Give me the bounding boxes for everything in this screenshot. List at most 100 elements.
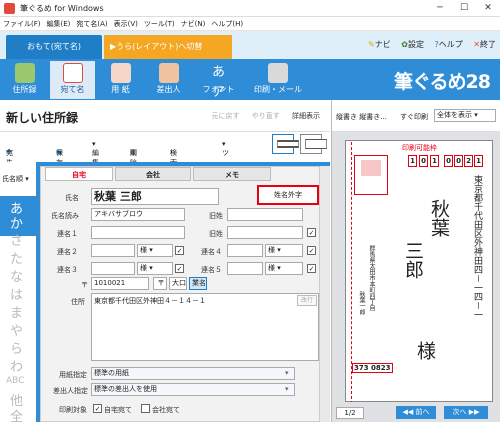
business-name-button[interactable]: 業名 — [189, 277, 207, 290]
rel4-checkbox[interactable]: ✓ — [307, 246, 316, 255]
minimize-button[interactable]: ─ — [428, 0, 452, 17]
print-company-checkbox[interactable] — [141, 404, 150, 413]
list-view-button[interactable] — [300, 134, 327, 154]
exit-icon: ✕ — [473, 40, 480, 49]
old-name-input-1[interactable] — [227, 208, 303, 221]
menu-tool[interactable]: ツール(T) — [141, 17, 178, 31]
kana-ta[interactable]: た — [10, 248, 23, 267]
undo-button[interactable]: 元に戻す — [212, 112, 240, 120]
rel2-honorific-select[interactable]: 様 ▾ — [137, 244, 173, 257]
rel2-input[interactable] — [91, 244, 135, 257]
name-input[interactable]: 秋葉 三郎 — [91, 188, 219, 205]
preview-pager: 1/2 ◀◀ 前へ 次へ ▶▶ — [332, 402, 500, 422]
switch-back-button[interactable]: ▶うら(レイアウト)へ切替 — [104, 35, 232, 59]
postal-lookup-button[interactable]: 〒 — [153, 277, 167, 290]
kana-ma[interactable]: ま — [10, 302, 23, 321]
rel3-input[interactable] — [91, 262, 135, 275]
preview-pane: 縦書き 縦書き... すぐ印刷 全体を表示 ▾ 印刷可能枠 1 0 1 0 0 … — [331, 100, 500, 422]
paper-select[interactable]: 標準の用紙 — [91, 367, 295, 380]
rel5-honorific-select[interactable]: 様 ▾ — [265, 262, 303, 275]
kana-wa[interactable]: わ — [10, 356, 23, 375]
close-button[interactable]: ✕ — [476, 0, 500, 17]
kana-na[interactable]: な — [10, 266, 23, 285]
postal-input[interactable]: 1010021 — [91, 277, 149, 290]
ribbon-addressbook-button[interactable]: 住所録 — [2, 61, 47, 99]
address-textarea[interactable]: 東京都千代田区外神田４－１４－１ — [91, 293, 319, 361]
maximize-button[interactable]: ☐ — [452, 0, 476, 17]
ribbon-paper-button[interactable]: 用 紙 — [98, 61, 143, 99]
postal-digit-4: 0 — [444, 155, 453, 167]
ribbon-address-button[interactable]: 宛て名 — [50, 61, 95, 99]
menu-view[interactable]: 表示(V) — [111, 17, 141, 31]
sort-select[interactable]: 氏名順 ▾ — [2, 174, 29, 184]
kana-ra[interactable]: ら — [10, 338, 23, 357]
rel4-input[interactable] — [227, 244, 263, 257]
redo-button[interactable]: やり直す — [252, 112, 280, 120]
rel4-honorific-select[interactable]: 様 ▾ — [265, 244, 303, 257]
rel4-label: 連名４ — [201, 248, 222, 256]
print-home-checkbox[interactable]: ✓ — [93, 404, 102, 413]
exit-link[interactable]: ✕終了 — [473, 40, 496, 49]
postal-digit-1: 1 — [408, 155, 417, 167]
tab-company[interactable]: 会社 — [115, 167, 191, 181]
settings-link[interactable]: ✿設定 — [401, 40, 424, 49]
rel1-checkbox[interactable]: ✓ — [307, 228, 316, 237]
paper-label: 用紙指定 — [59, 371, 87, 379]
detail-view-button[interactable]: 詳細表示 — [292, 112, 320, 120]
old-name-input-2[interactable] — [227, 226, 303, 239]
next-page-button[interactable]: 次へ ▶▶ — [444, 406, 488, 419]
rel5-checkbox[interactable]: ✓ — [307, 264, 316, 273]
prev-page-button[interactable]: ◀◀ 前へ — [396, 406, 436, 419]
ribbon-sender-button[interactable]: 差出人 — [146, 61, 191, 99]
mode-front-tab[interactable]: おもて(宛て名) — [6, 35, 102, 59]
rel1-label: 連名１ — [57, 230, 78, 238]
zoom-select[interactable]: 全体を表示 ▾ — [434, 109, 496, 122]
layout-label[interactable]: 縦書き 縦書き... — [336, 112, 387, 122]
tab-home[interactable]: 自宅 — [45, 167, 113, 181]
card-view-icon — [277, 140, 299, 148]
menu-bar: ファイル(F) 編集(E) 宛て名(A) 表示(V) ツール(T) ナビ(N) ヘルプ(H) — [0, 17, 500, 31]
menu-navi[interactable]: ナビ(N) — [178, 17, 209, 31]
chevron-right-icon: › — [170, 148, 173, 156]
rel5-input[interactable] — [227, 262, 263, 275]
preview-honorific: 様 — [414, 341, 436, 360]
kana-all[interactable]: 全 — [10, 406, 23, 425]
old-name-label-2: 旧姓 — [209, 230, 223, 238]
edit-menu-button[interactable]: 編集 ▾ — [92, 140, 99, 167]
stamp-fuji-icon — [361, 160, 381, 176]
page-title: 新しい住所録 — [6, 111, 79, 125]
ribbon-print-button[interactable]: 印刷・メール — [246, 61, 310, 99]
form-scrollbar[interactable] — [320, 166, 330, 422]
quick-print-label[interactable]: すぐ印刷 — [400, 112, 428, 122]
sender-label: 差出人指定 — [53, 387, 88, 395]
tab-memo[interactable]: メモ — [193, 167, 271, 181]
rel1-input[interactable] — [91, 226, 185, 239]
gear-icon: ✿ — [401, 40, 408, 49]
navi-icon: ✎ — [368, 40, 375, 49]
rel3-honorific-select[interactable]: 様 ▾ — [137, 262, 173, 275]
kana-input[interactable]: アキバサブロウ — [91, 208, 185, 221]
kana-abc[interactable]: ABC — [6, 376, 24, 386]
paper-chevron-down-icon: ▾ — [285, 369, 289, 377]
menu-file[interactable]: ファイル(F) — [0, 17, 44, 31]
rel3-checkbox[interactable]: ✓ — [175, 264, 184, 273]
stamp-area — [354, 155, 388, 195]
kana-ya[interactable]: や — [10, 320, 23, 339]
menu-edit[interactable]: 編集(E) — [44, 17, 74, 31]
gaiji-button[interactable]: 姓名外字 — [257, 185, 319, 205]
navi-link[interactable]: ✎ナビ — [368, 40, 391, 49]
ribbon: 住所録 宛て名 用 紙 差出人 あア フォント 印刷・メール 筆ぐるめ28 — [0, 59, 500, 100]
tools-menu-button[interactable]: ツール ▾ — [222, 140, 229, 177]
kana-ha[interactable]: は — [10, 284, 23, 303]
large-post-button[interactable]: 大口 — [169, 277, 187, 290]
kana-sa[interactable]: さ — [10, 230, 23, 249]
card-view-button[interactable] — [272, 134, 299, 154]
help-link[interactable]: ?ヘルプ — [435, 40, 463, 49]
linebreak-button[interactable]: 改行 — [297, 295, 317, 306]
rel2-checkbox[interactable]: ✓ — [175, 246, 184, 255]
sender-select[interactable]: 標準の差出人を使用 — [91, 383, 295, 396]
preview-sender-name: 秋葉一郎 — [358, 291, 365, 315]
menu-help[interactable]: ヘルプ(H) — [208, 17, 246, 31]
menu-address[interactable]: 宛て名(A) — [73, 17, 110, 31]
ribbon-font-button[interactable]: あア フォント — [196, 61, 241, 100]
